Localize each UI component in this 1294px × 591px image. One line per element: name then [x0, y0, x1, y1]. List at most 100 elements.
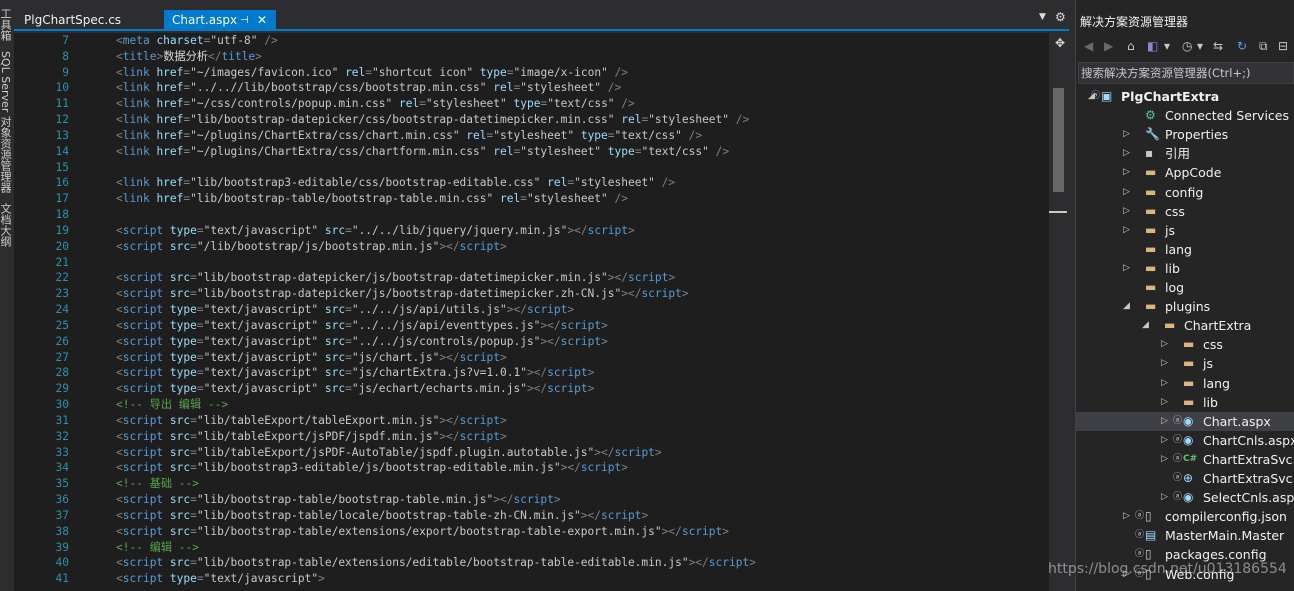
code-line[interactable]: 32 <script src="lib/tableExport/jsPDF/jsp…: [14, 429, 1049, 445]
code-line[interactable]: 30 <!-- 导出 编辑 -->: [14, 397, 1049, 413]
collapse-icon[interactable]: ⊟: [1278, 39, 1288, 53]
code-line[interactable]: 37 <script src="lib/bootstrap-table/local…: [14, 508, 1049, 524]
scrollbar-thumb[interactable]: [1053, 88, 1064, 192]
tree-node[interactable]: ▷ ▬ lib: [1076, 393, 1294, 412]
tree-node[interactable]: ▷ 🔧 Properties: [1076, 125, 1294, 144]
tree-node[interactable]: ▷ ▬ lang: [1076, 374, 1294, 393]
code-editor[interactable]: 7 <meta charset="utf-8" /> 8 <title>数据分析</t…: [14, 33, 1049, 591]
code-line[interactable]: 12 <link href="lib/bootstrap-datepicker/c…: [14, 112, 1049, 128]
left-strip-tab[interactable]: 工具箱: [0, 8, 12, 41]
code-line[interactable]: 10 <link href="../..//lib/bootstrap/css/b…: [14, 80, 1049, 96]
code-line[interactable]: 17 <link href = "lib/bootstrap-table/bootst…: [14, 191, 1049, 207]
expand-arrow-icon[interactable]: ▷: [1123, 163, 1130, 182]
code-line[interactable]: 24 <script type="text/javascript" src="..…: [14, 302, 1049, 318]
vertical-scrollbar[interactable]: ✥: [1049, 33, 1069, 591]
tree-node[interactable]: ▷ ▬ js: [1076, 221, 1294, 240]
tab-plgchartspec[interactable]: PlgChartSpec.cs: [16, 10, 164, 31]
expand-arrow-icon[interactable]: ▷: [1161, 412, 1168, 431]
code-line[interactable]: 31 <script src="lib/tableExport/tableExpo…: [14, 413, 1049, 429]
expand-arrow-icon[interactable]: ▷: [1161, 393, 1168, 412]
code-line[interactable]: 38 <script src="lib/bootstrap-table/exten…: [14, 524, 1049, 540]
tree-node[interactable]: ▷ ▬ js: [1076, 354, 1294, 373]
code-line[interactable]: 33 <script src="lib/tableExport/jsPDF-Aut…: [14, 445, 1049, 461]
pin-icon[interactable]: ⊣: [240, 10, 249, 31]
back-icon[interactable]: ◀: [1084, 39, 1093, 53]
expand-arrow-icon[interactable]: ▷: [1161, 354, 1168, 373]
history-icon[interactable]: ◷: [1182, 39, 1192, 53]
expand-arrow-icon[interactable]: ▷: [1123, 259, 1130, 278]
expand-arrow-icon[interactable]: ▷: [1123, 144, 1130, 163]
home-icon[interactable]: ⌂: [1127, 39, 1135, 53]
expand-arrow-icon[interactable]: ▷: [1161, 488, 1168, 507]
left-strip-tab[interactable]: SQL Server 对象资源管理器: [0, 51, 12, 193]
expand-arrow-icon[interactable]: ▷: [1161, 335, 1168, 354]
expand-arrow-icon[interactable]: ▷: [1161, 431, 1168, 450]
code-line[interactable]: 27 <script type="text/javascript" src="js…: [14, 350, 1049, 366]
tree-node[interactable]: ▷ ⓐ ◉ ChartCnls.aspx: [1076, 431, 1294, 450]
tree-node[interactable]: ▷ ⓐ ◉ Chart.aspx: [1076, 411, 1294, 431]
code-line[interactable]: 19 <script type="text/javascript" src="..…: [14, 223, 1049, 239]
tab-chart-aspx[interactable]: Chart.aspx ⊣ ✕: [164, 10, 276, 31]
code-line[interactable]: 41 <script type="text/javascript">: [14, 571, 1049, 587]
code-line[interactable]: 14 <link href="~/plugins/ChartExtra/css/c…: [14, 144, 1049, 160]
code-line[interactable]: 11 <link href = "~/css/controls/popup.min.c…: [14, 96, 1049, 112]
close-icon[interactable]: ✕: [257, 10, 267, 31]
tree-node[interactable]: ▷ ⓐC# ChartExtraSvc.cs: [1076, 450, 1294, 469]
expand-arrow-icon[interactable]: ▷: [1161, 450, 1168, 469]
dropdown-icon[interactable]: ▾: [1164, 39, 1170, 53]
tree-node[interactable]: ▷ ⓐ ▯ compilerconfig.json: [1076, 507, 1294, 526]
tree-node[interactable]: ⚙ Connected Services: [1076, 106, 1294, 125]
collapse-arrow-icon[interactable]: ◢: [1123, 297, 1130, 316]
tree-node[interactable]: ◢ ⓐ ▣ PlgChartExtra: [1076, 87, 1294, 106]
expand-arrow-icon[interactable]: ▷: [1161, 374, 1168, 393]
tree-node[interactable]: ▷ ⓐ ◉ SelectCnls.aspx: [1076, 488, 1294, 507]
expand-arrow-icon[interactable]: ▷: [1123, 183, 1130, 202]
dropdown-icon[interactable]: ▾: [1197, 39, 1203, 53]
tree-node[interactable]: ▷ ▪ 引用: [1076, 144, 1294, 163]
code-line[interactable]: 18: [14, 207, 1049, 223]
code-line[interactable]: 35 <!-- 基础 -->: [14, 476, 1049, 492]
code-line[interactable]: 21: [14, 255, 1049, 271]
tree-node[interactable]: ◢ ▬ plugins: [1076, 297, 1294, 316]
collapse-arrow-icon[interactable]: ◢: [1142, 316, 1149, 335]
expand-arrow-icon[interactable]: ▷: [1123, 221, 1130, 240]
tree-node[interactable]: ▷ ▬ lib: [1076, 259, 1294, 278]
vs-icon[interactable]: ◧: [1147, 39, 1158, 53]
code-line[interactable]: 36 <script src="lib/bootstrap-table/boots…: [14, 492, 1049, 508]
code-line[interactable]: 7 <meta charset="utf-8" />: [14, 33, 1049, 49]
tree-node[interactable]: ◢ ▬ ChartExtra: [1076, 316, 1294, 335]
code-line[interactable]: 40 <script src="lib/bootstrap-table/exten…: [14, 555, 1049, 571]
copy-icon[interactable]: ⧉: [1259, 39, 1268, 54]
tab-list-dropdown-icon[interactable]: ▼: [1039, 12, 1046, 22]
tree-node[interactable]: ▷ ▬ AppCode: [1076, 163, 1294, 182]
code-line[interactable]: 28 <script type="text/javascript" src="js…: [14, 365, 1049, 381]
code-line[interactable]: 9 <link href="~/images/favicon.ico" rel="…: [14, 65, 1049, 81]
solution-explorer-search-input[interactable]: 搜索解决方案资源管理器(Ctrl+;): [1078, 62, 1294, 84]
tree-node[interactable]: ⓐ ▤ MasterMain.Master: [1076, 526, 1294, 545]
tree-node[interactable]: ▷ ▬ config: [1076, 183, 1294, 202]
forward-icon[interactable]: ▶: [1104, 39, 1113, 53]
code-line[interactable]: 20 <script src="/lib/bootstrap/js/bootstr…: [14, 239, 1049, 255]
expand-arrow-icon[interactable]: ▷: [1123, 507, 1130, 526]
code-line[interactable]: 16 <link href="lib/bootstrap3-editable/cs…: [14, 175, 1049, 191]
code-line[interactable]: 34 <script src="lib/bootstrap3-editable/j…: [14, 460, 1049, 476]
code-line[interactable]: 15: [14, 160, 1049, 176]
tree-node[interactable]: ▬ log: [1076, 278, 1294, 297]
tree-node[interactable]: ▷ ▬ css: [1076, 202, 1294, 221]
code-line[interactable]: 29 <script type="text/javascript" src="js…: [14, 381, 1049, 397]
tree-node[interactable]: ⓐ⊕ ChartExtraSvc.svc: [1076, 469, 1294, 488]
code-line[interactable]: 8 <title>数据分析</title>: [14, 49, 1049, 65]
code-line[interactable]: 39 <!-- 编辑 -->: [14, 540, 1049, 556]
refresh-icon[interactable]: ↻: [1237, 39, 1247, 53]
expand-arrow-icon[interactable]: ▷: [1123, 125, 1130, 144]
gear-icon[interactable]: ⚙: [1055, 10, 1066, 24]
sync-icon[interactable]: ⇆: [1213, 39, 1223, 53]
code-line[interactable]: 22 <script src="lib/bootstrap-datepicker/…: [14, 270, 1049, 286]
tree-node[interactable]: ▬ lang: [1076, 240, 1294, 259]
tree-node[interactable]: ▷ ▬ css: [1076, 335, 1294, 354]
code-line[interactable]: 13 <link href = "~/plugins/ChartExtra/css/c…: [14, 128, 1049, 144]
code-line[interactable]: 26 <script type="text/javascript" src="..…: [14, 334, 1049, 350]
code-line[interactable]: 23 <script src="lib/bootstrap-datepicker/…: [14, 286, 1049, 302]
left-strip-tab[interactable]: 文档大纲: [0, 203, 12, 247]
split-editor-icon[interactable]: ✥: [1055, 36, 1065, 50]
